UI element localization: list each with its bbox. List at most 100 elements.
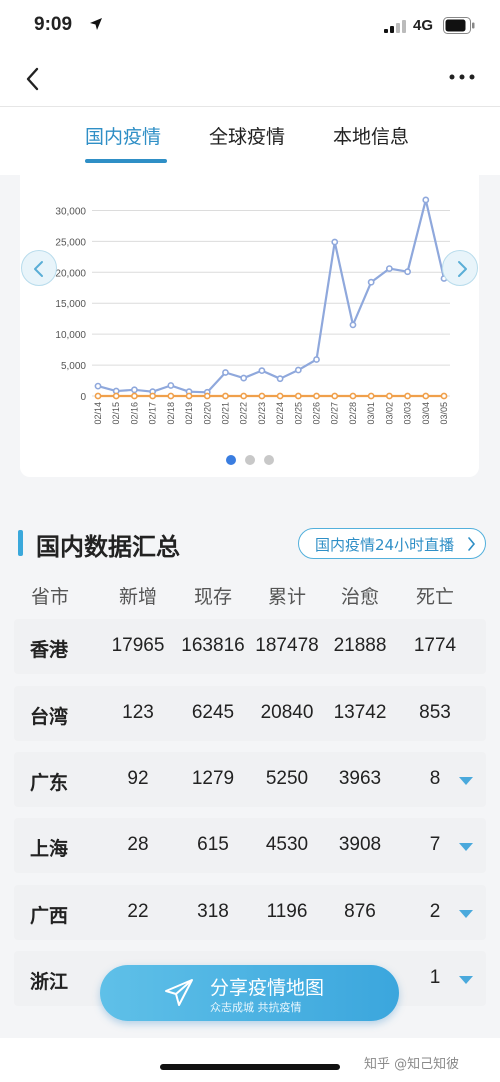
y-tick-label: 20,000 [55,268,86,279]
watermark: 知乎 @知己知彼 [364,1057,460,1072]
row-cured: 3908 [338,834,382,855]
signal-icon [384,20,406,33]
data-point [440,392,448,400]
data-point [240,374,248,382]
tab-local[interactable]: 本地信息 [333,122,409,149]
battery-icon [443,17,475,34]
section-accent-bar [18,530,23,556]
row-cured: 3963 [338,768,382,789]
x-tick-label: 03/02 [384,402,394,425]
chart-card: 0 5,000 10,000 15,000 20,000 25,000 30,000 02/1… [20,175,479,477]
table-header: 省市 新增 现存 累计 治愈 死亡 [14,582,486,608]
expand-triangle-icon[interactable] [458,776,474,786]
tab-global[interactable]: 全球疫情 [209,122,285,149]
data-point [349,392,357,400]
x-tick-label: 02/25 [293,402,303,425]
row-current: 6245 [191,702,235,723]
table-row[interactable]: 广西 22 318 1196 876 2 [14,885,486,940]
table-row[interactable]: 台湾 123 6245 20840 13742 853 [14,686,486,741]
section-title: 国内数据汇总 [36,533,180,561]
tab-domestic[interactable]: 国内疫情 [85,122,161,149]
y-tick-label: 15,000 [55,299,86,310]
data-point [422,392,430,400]
share-map-button[interactable]: 分享疫情地图 众志成城 共抗疫情 [100,965,399,1021]
row-province: 广西 [30,905,69,927]
more-options-icon[interactable] [448,72,476,82]
data-point [276,375,284,383]
data-point [258,367,266,375]
row-current: 163816 [181,635,245,656]
data-point [167,392,175,400]
x-tick-label: 03/01 [366,402,376,425]
data-point [422,196,430,204]
row-current: 318 [197,901,229,922]
row-current: 615 [197,834,229,855]
y-tick-label: 0 [80,392,86,403]
x-tick-label: 02/19 [184,402,194,425]
series-line [97,198,446,394]
data-point [222,369,229,376]
row-deaths: 853 [419,702,451,723]
header-cured: 治愈 [340,586,379,608]
header-deaths: 死亡 [415,586,454,608]
chart-next-button[interactable] [442,250,478,286]
pager-dot-2[interactable] [245,455,255,465]
row-new: 28 [127,834,149,855]
y-tick-label: 10,000 [55,330,86,341]
row-current: 1279 [191,768,235,789]
table-row[interactable]: 上海 28 615 4530 3908 7 [14,818,486,873]
chart-prev-button[interactable] [21,250,57,286]
data-point [112,392,120,400]
status-bar: 9:09 4G [0,0,500,52]
status-time: 9:09 [34,14,73,35]
expand-triangle-icon[interactable] [458,909,474,919]
data-point [331,392,339,400]
x-tick-label: 02/28 [348,402,358,425]
row-total: 20840 [260,702,314,723]
row-province: 香港 [30,639,69,661]
x-tick-label: 02/27 [330,402,340,425]
data-point [94,382,102,390]
table-row[interactable]: 广东 92 1279 5250 3963 8 [14,752,486,807]
row-cured: 21888 [333,635,387,656]
row-cured: 876 [344,901,376,922]
nav-bar [0,52,500,107]
send-plane-icon [165,979,193,1006]
live-broadcast-button[interactable]: 国内疫情24小时直播 [298,528,486,559]
table-row[interactable]: 香港 17965 163816 187478 21888 1774 [14,619,486,674]
y-tick-label: 30,000 [55,206,86,217]
data-point [258,392,266,400]
back-arrow-icon[interactable] [22,65,44,93]
row-total: 1196 [266,901,308,922]
data-point [349,321,357,329]
y-tick-label: 25,000 [55,237,86,248]
x-tick-label: 03/03 [403,402,413,425]
data-point [294,392,302,400]
row-deaths: 1774 [413,635,457,656]
data-point [185,392,193,400]
row-new: 123 [122,702,154,723]
expand-triangle-icon[interactable] [458,975,474,985]
data-point [404,392,411,400]
pager-dot-1[interactable] [226,455,236,465]
x-tick-label: 03/05 [439,402,449,425]
pager-dot-3[interactable] [264,455,274,465]
share-map-title: 分享疫情地图 [210,977,325,999]
x-tick-label: 03/04 [421,402,431,425]
x-tick-label: 02/20 [202,402,212,425]
location-arrow-icon [90,18,102,30]
trend-chart: 0 5,000 10,000 15,000 20,000 25,000 30,000 02/1… [55,196,450,425]
row-new: 92 [127,768,149,789]
x-tick-label: 02/22 [239,402,249,425]
header-new: 新增 [118,586,157,608]
header-current: 现存 [193,586,232,608]
data-point [367,392,375,400]
expand-triangle-icon[interactable] [458,842,474,852]
data-point [294,366,302,374]
chevron-right-icon [458,261,467,277]
x-tick-label: 02/14 [93,402,103,425]
data-point [131,386,138,394]
data-point [385,265,393,272]
header-province: 省市 [30,586,69,608]
row-total: 5250 [265,768,309,789]
